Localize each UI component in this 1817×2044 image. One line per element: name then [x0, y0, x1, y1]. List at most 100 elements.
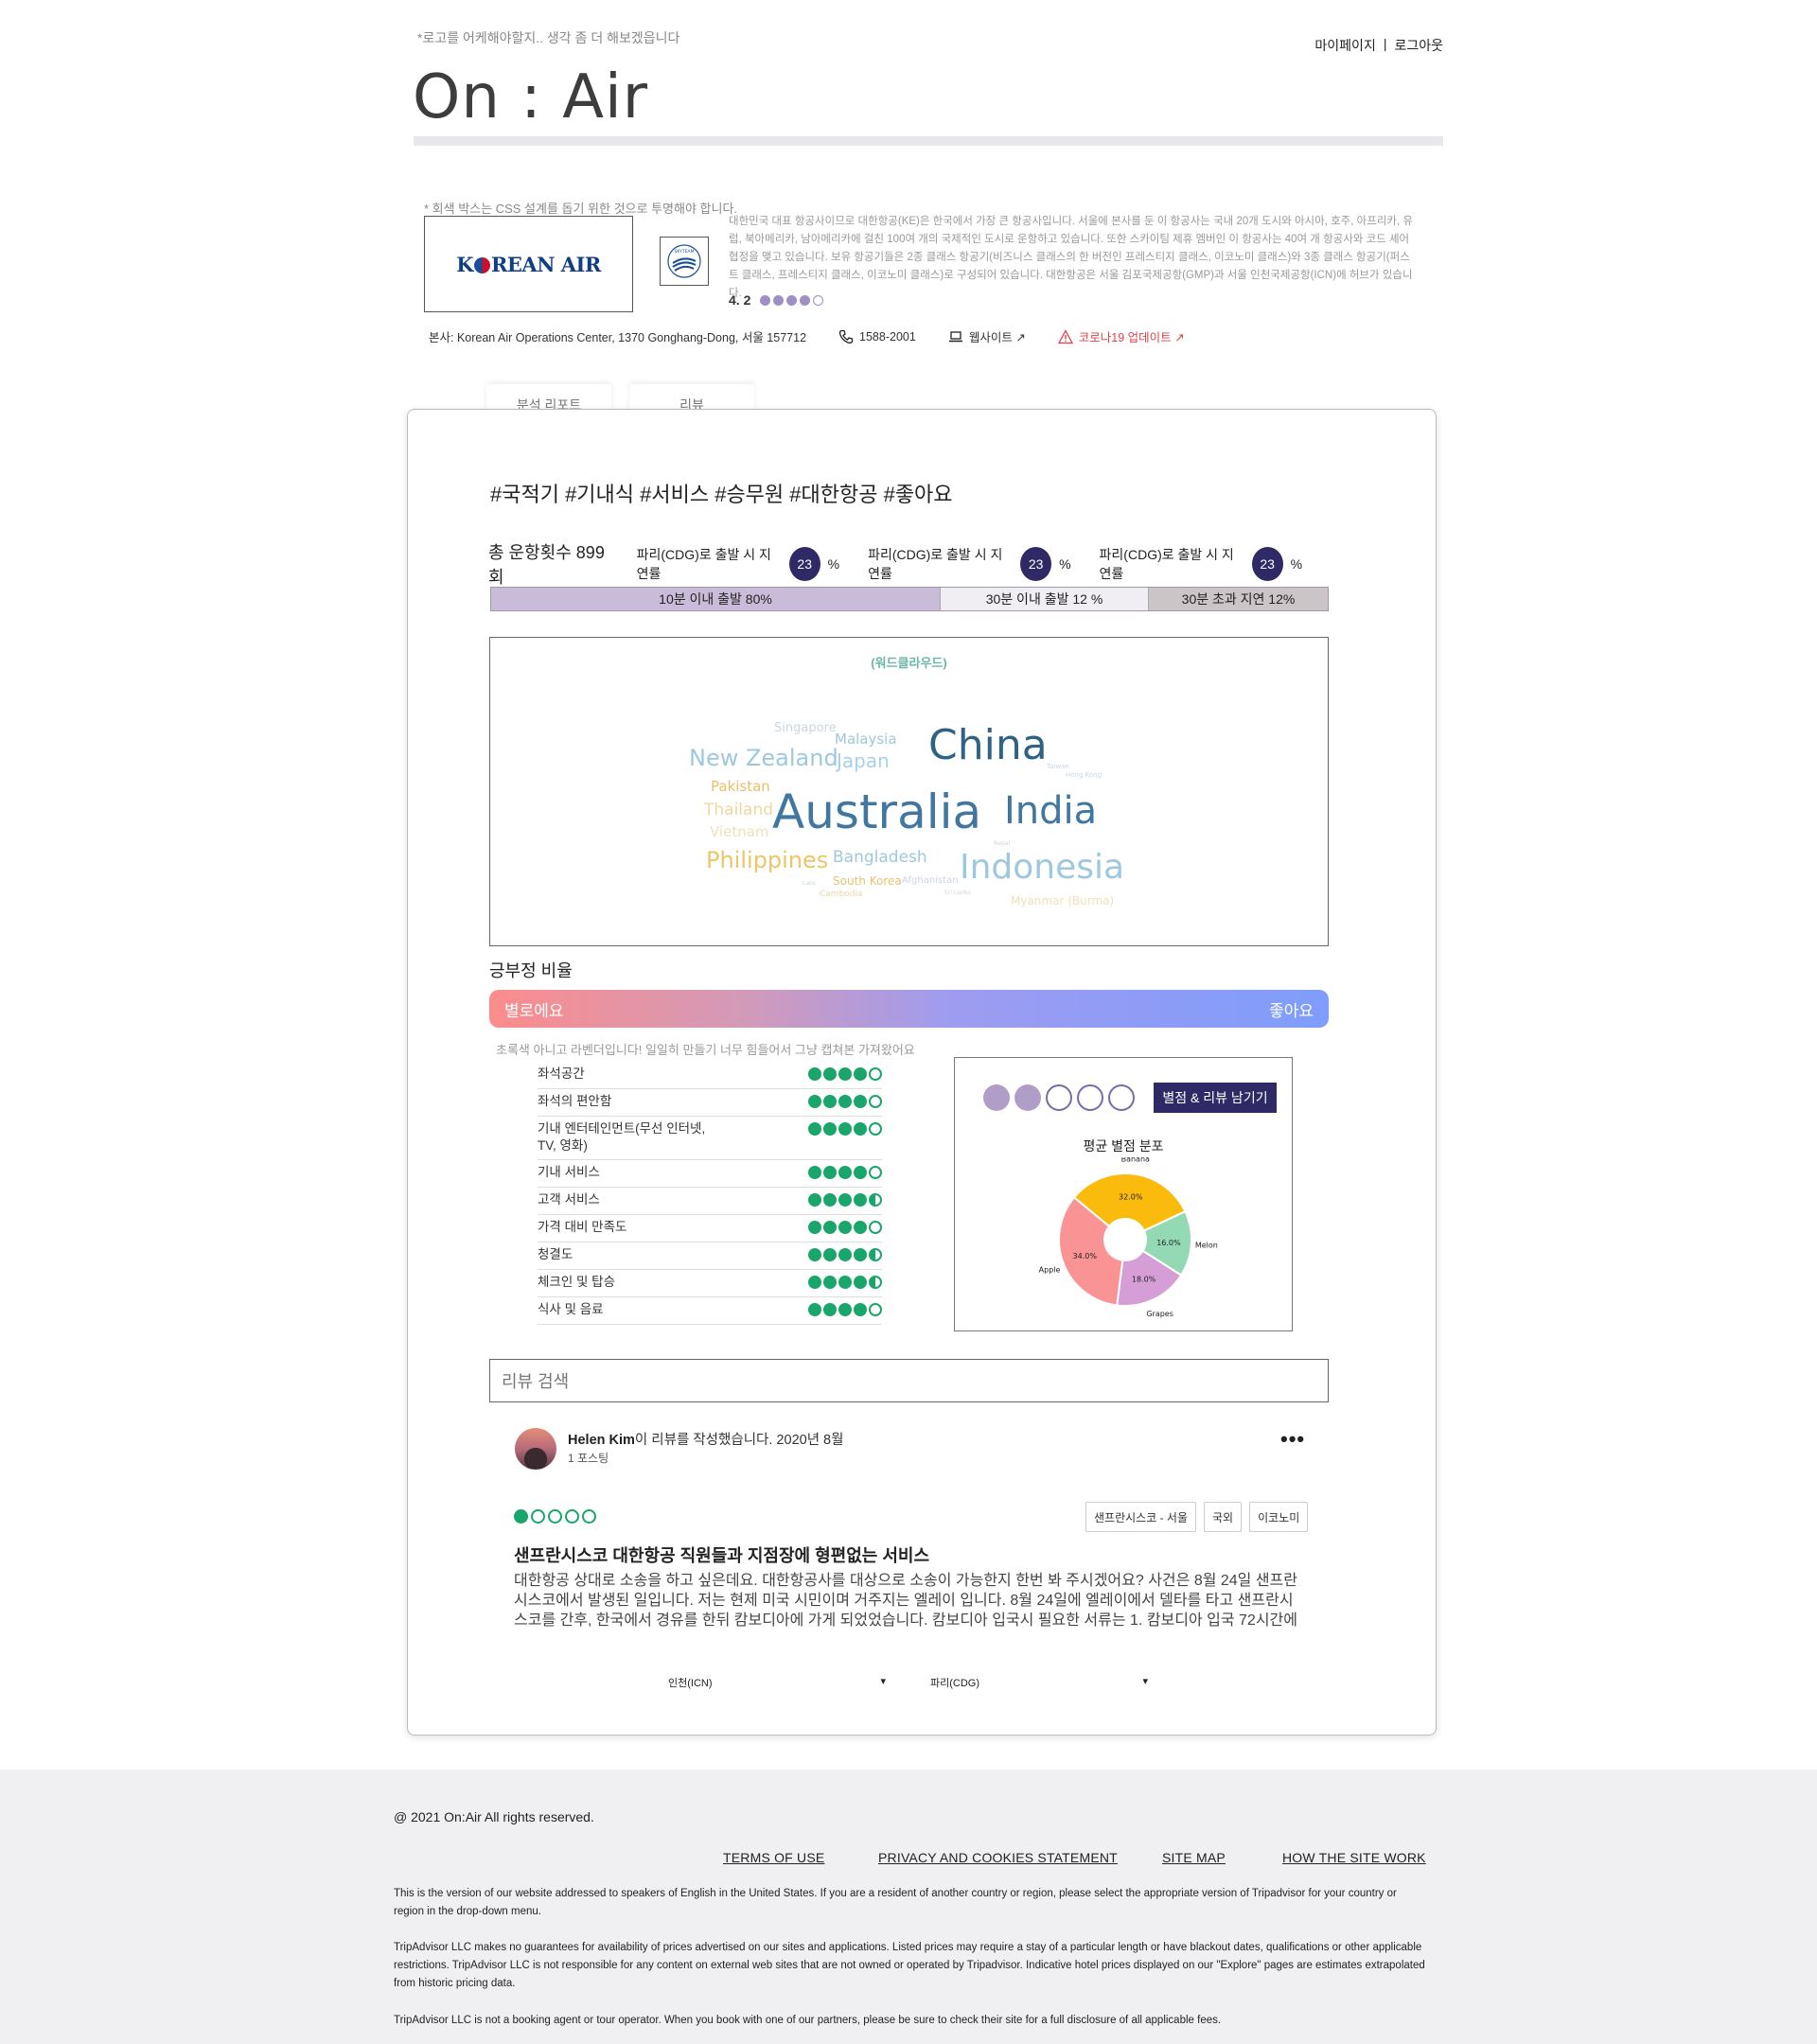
top-nav: 마이페이지 | 로그아웃: [1314, 36, 1443, 55]
criteria-row: 고객 서비스: [538, 1188, 882, 1215]
sentiment-bar: 별로에요 좋아요: [489, 990, 1329, 1028]
criteria-score: [808, 1221, 882, 1234]
score-dot: [808, 1221, 821, 1234]
phone-icon: [838, 329, 854, 344]
phone[interactable]: 1588-2001: [838, 329, 916, 344]
warning-icon: [1057, 328, 1073, 344]
rating-input-dot[interactable]: [1014, 1084, 1041, 1111]
review-search-input[interactable]: 리뷰 검색: [489, 1359, 1329, 1402]
rating-input[interactable]: [983, 1084, 1135, 1111]
rating-distribution-pie: 32.0% Banana 16.0% Melon 18.0% Grapes 34.0% App…: [1039, 1157, 1218, 1318]
sentiment-title: 긍부정 비율: [489, 961, 573, 980]
score-dot: [869, 1303, 882, 1316]
word: Taiwan: [1047, 763, 1069, 770]
word: Sri Lanka: [944, 890, 971, 896]
pie-category-label: Grapes: [1146, 1310, 1173, 1318]
site-logo[interactable]: On : Air: [413, 62, 648, 132]
score-dot: [869, 1248, 882, 1261]
criteria-label: 식사 및 음료: [538, 1302, 604, 1316]
criteria-score: [808, 1303, 882, 1316]
delay-segment-on-time: 10분 이내 출발 80%: [491, 588, 940, 610]
footer-link-sitemap[interactable]: SITE MAP: [1162, 1850, 1226, 1865]
criteria-ratings: 좌석공간 좌석의 편안함 기내 엔터테인먼트(무선 인터넷, TV, 영화) 기내 서…: [538, 1062, 882, 1325]
avatar[interactable]: [515, 1428, 556, 1470]
leave-review-button[interactable]: 별점 & 리뷰 남기기: [1154, 1083, 1277, 1113]
criteria-row: 기내 서비스: [538, 1160, 882, 1188]
airline-info-row: 본사: Korean Air Operations Center, 1370 G…: [429, 327, 1185, 345]
pie-category-label: Banana: [1121, 1157, 1150, 1164]
mypage-link[interactable]: 마이페이지: [1314, 36, 1375, 55]
score-dot: [838, 1276, 852, 1289]
origin-select[interactable]: 인천(ICN) ▾: [668, 1675, 886, 1690]
score-dot: [854, 1276, 867, 1289]
delay-segment-30min: 30분 이내 출발 12 %: [940, 588, 1149, 610]
score-dot: [838, 1122, 852, 1136]
delay-stat: 파리(CDG)로 출발 시 지연률 23 %: [868, 545, 1071, 583]
logout-link[interactable]: 로그아웃: [1394, 36, 1443, 55]
review-author[interactable]: Helen Kim: [568, 1433, 635, 1448]
score-dot: [838, 1067, 852, 1081]
korean-air-logo: K REAN AIR: [456, 253, 601, 276]
footer-link-how[interactable]: HOW THE SITE WORK: [1282, 1850, 1426, 1865]
word: Afghanistan: [902, 875, 959, 886]
rating-dot: [773, 294, 785, 306]
word: China: [928, 721, 1048, 769]
word: Laos: [803, 880, 816, 887]
word: Australia: [772, 784, 982, 839]
criteria-label: 좌석공간: [538, 1066, 585, 1081]
score-dot: [823, 1248, 837, 1261]
score-dot: [854, 1248, 867, 1261]
airline-logo-box: K REAN AIR: [424, 216, 633, 312]
pie-category-label: Melon: [1195, 1241, 1218, 1249]
phone-number: 1588-2001: [859, 329, 916, 344]
criteria-score: [808, 1067, 882, 1081]
rating-input-dot[interactable]: [1046, 1084, 1072, 1111]
delay-segment-late: 30분 초과 지연 12%: [1149, 588, 1328, 610]
delay-stat-label: 파리(CDG)로 출발 시 지연률: [868, 547, 1003, 581]
chevron-down-icon: ▾: [880, 1676, 886, 1687]
score-dot: [823, 1166, 837, 1179]
origin-value: 인천(ICN): [668, 1678, 713, 1689]
hashtags: #국적기 #기내식 #서비스 #승무원 #대한항공 #좋아요: [490, 483, 953, 506]
airline-rating-dots: [760, 294, 824, 306]
criteria-score: [808, 1095, 882, 1108]
pie-value-label: 16.0%: [1156, 1239, 1181, 1247]
delay-badge: 23: [1251, 547, 1283, 581]
score-dot: [869, 1276, 882, 1289]
criteria-score: [808, 1248, 882, 1261]
score-dot: [854, 1303, 867, 1316]
score-dot: [823, 1193, 837, 1207]
alliance-logo-box: SKYTEAM: [660, 237, 709, 286]
destination-select[interactable]: 파리(CDG) ▾: [930, 1675, 1148, 1690]
criteria-row: 가격 대비 만족도: [538, 1215, 882, 1242]
more-options-icon[interactable]: •••: [1280, 1427, 1305, 1452]
rating-widget: 별점 & 리뷰 남기기 평균 별점 분포 32.0% Banana 16.0% Mel…: [954, 1057, 1293, 1331]
delay-unit: %: [827, 556, 840, 572]
criteria-row: 식사 및 음료: [538, 1297, 882, 1325]
rating-input-dot[interactable]: [1108, 1084, 1135, 1111]
footer-paragraph: This is the version of our website addre…: [394, 1888, 1397, 1917]
criteria-row: 체크인 및 탑승: [538, 1270, 882, 1297]
chevron-down-icon: ▾: [1142, 1676, 1148, 1687]
word: New Zealand: [689, 745, 838, 771]
review-rating-dot: [582, 1509, 596, 1524]
review-title[interactable]: 샌프란시스코 대한항공 직원들과 지점장에 형편없는 서비스: [514, 1542, 929, 1567]
score-dot: [808, 1248, 821, 1261]
score-dot: [869, 1166, 882, 1179]
sentiment-note: 초록색 아니고 라벤더입니다! 일일히 만들기 너무 힘들어서 그냥 캡쳐본 가…: [496, 1043, 915, 1057]
website-link[interactable]: 웹사이트 ↗: [948, 327, 1026, 345]
criteria-row: 청결도: [538, 1242, 882, 1270]
score-dot: [808, 1166, 821, 1179]
rating-input-dot[interactable]: [983, 1084, 1010, 1111]
copyright: @ 2021 On:Air All rights reserved.: [394, 1809, 594, 1824]
address: 본사: Korean Air Operations Center, 1370 G…: [429, 331, 807, 344]
rating-input-dot[interactable]: [1077, 1084, 1103, 1111]
criteria-score: [808, 1122, 882, 1136]
logo-text-k: K: [456, 252, 473, 276]
score-dot: [823, 1221, 837, 1234]
page: *로고를 어케해야할지.. 생각 좀 더 해보겠읍니다 On : Air 마이페…: [0, 0, 1817, 2044]
covid-update-link[interactable]: 코로나19 업데이트 ↗: [1057, 327, 1185, 345]
footer-link-terms[interactable]: TERMS OF USE: [723, 1850, 824, 1865]
footer-link-privacy[interactable]: PRIVACY AND COOKIES STATEMENT: [878, 1850, 1118, 1865]
score-dot: [823, 1303, 837, 1316]
